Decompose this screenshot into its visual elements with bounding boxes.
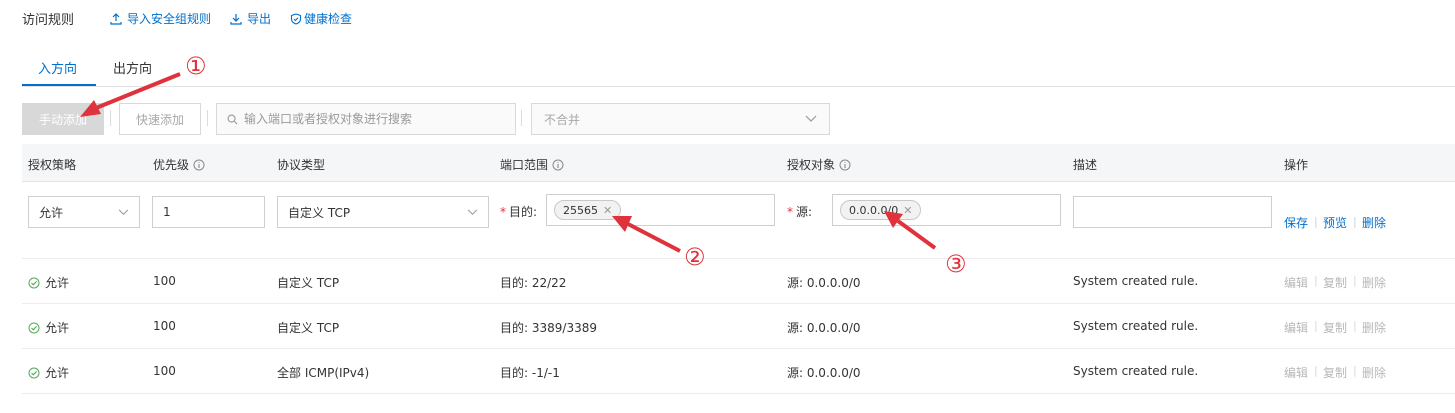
annotation-arrow-2 bbox=[612, 216, 681, 253]
annotation-arrows bbox=[80, 72, 937, 253]
annotation-arrow-3 bbox=[884, 211, 937, 250]
annotation-arrow-1 bbox=[80, 72, 181, 117]
